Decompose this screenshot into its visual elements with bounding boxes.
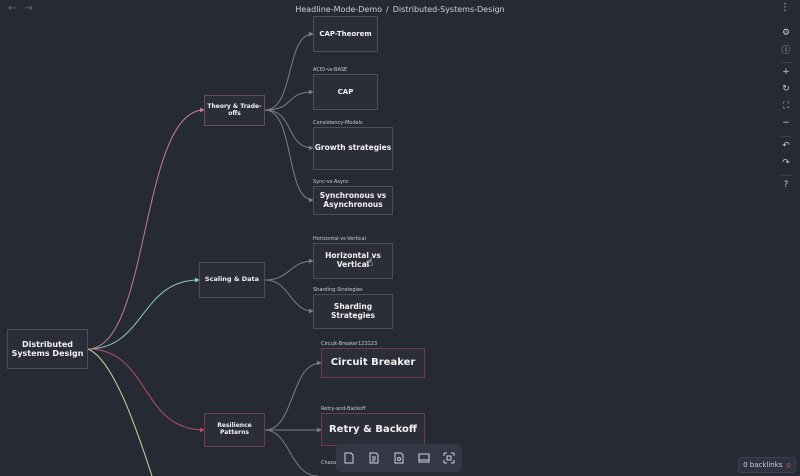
leaf-node-text: Horizontal vs Vertical [325, 251, 381, 269]
new-media-icon[interactable] [392, 451, 406, 465]
divider [781, 136, 791, 137]
help-icon[interactable]: ? [779, 178, 793, 192]
zoom-out-icon[interactable]: − [779, 116, 793, 130]
edge-res-chaos [264, 429, 319, 476]
root-node[interactable]: Distributed Systems Design [7, 329, 88, 369]
leaf-node-cap-theorem[interactable]: CAP-Theorem [313, 16, 378, 52]
leaf-node-growth[interactable]: Growth strategies [313, 127, 393, 170]
hand-cursor-icon: ☝ [366, 255, 374, 269]
leaf-node-circuit-breaker[interactable]: Circuit Breaker [321, 348, 425, 378]
edge-theory-sync [264, 109, 314, 203]
edge-theory-cap [264, 89, 314, 111]
leaf-label: Sharding-Strategies [313, 287, 363, 293]
divider [781, 62, 791, 63]
leaf-label: Consistency-Models [313, 120, 363, 126]
undo-icon[interactable]: ↶ [779, 139, 793, 153]
edge-scaling-sharding [264, 279, 314, 314]
fit-icon[interactable]: ⛶ [779, 99, 793, 113]
settings-icon[interactable]: ⚙ [779, 26, 793, 40]
leaf-label: Circuit-Breaker123123 [321, 341, 378, 347]
backlinks-count: 0 backlinks [743, 461, 783, 469]
edge-res-circuit [264, 360, 322, 431]
leaf-node-text: Retry & Backoff [328, 423, 418, 435]
reset-icon[interactable]: ↻ [779, 82, 793, 96]
leaf-node-sharding[interactable]: Sharding Strategies [313, 294, 393, 329]
leaf-node-horizontal[interactable]: Horizontal vs Vertical [313, 243, 393, 279]
leaf-node-sync[interactable]: Synchronous vs Asynchronous [313, 186, 393, 215]
edge-root-fourth [87, 348, 153, 476]
info-icon[interactable]: ⓘ [779, 42, 793, 56]
root-node-text: Distributed Systems Design [11, 339, 84, 358]
edge-root-scaling [87, 277, 200, 350]
edge-scaling-horizontal [264, 258, 314, 281]
edge-root-theory [87, 107, 205, 350]
unlink-icon: ⦸ [786, 460, 791, 469]
branch-node-scaling[interactable]: Scaling & Data [199, 262, 265, 298]
edge-root-resilience [87, 348, 205, 433]
branch-node-resilience[interactable]: Resilience Patterns [204, 413, 265, 447]
branch-node-text: Theory & Trade-offs [207, 102, 262, 117]
redo-icon[interactable]: ↷ [779, 156, 793, 170]
leaf-node-retry[interactable]: Retry & Backoff [321, 413, 425, 446]
canvas-bottom-toolbar [336, 444, 462, 472]
leaf-node-text: Sharding Strategies [331, 301, 375, 320]
new-file-icon[interactable] [367, 451, 381, 465]
leaf-label: Retry-and-Backoff [321, 406, 366, 412]
new-link-icon[interactable] [442, 451, 456, 465]
new-note-icon[interactable] [342, 451, 356, 465]
leaf-node-text: CAP [337, 87, 354, 96]
leaf-node-text: Circuit Breaker [330, 357, 416, 369]
leaf-node-text: CAP-Theorem [319, 29, 372, 38]
new-group-icon[interactable] [417, 451, 431, 465]
branch-node-theory[interactable]: Theory & Trade-offs [204, 95, 265, 126]
leaf-node-text: Synchronous vs Asynchronous [319, 190, 387, 209]
edge-theory-growth [264, 109, 314, 151]
divider [781, 175, 791, 176]
backlinks-status[interactable]: 0 backlinks ⦸ [738, 457, 796, 473]
edge-theory-cap-theorem [264, 31, 314, 111]
leaf-node-cap[interactable]: CAP [313, 74, 378, 110]
zoom-in-icon[interactable]: + [779, 65, 793, 79]
canvas-edges [87, 31, 322, 476]
leaf-label: ACID-vs-BASE [313, 67, 348, 73]
leaf-label: Sync-vs-Async [313, 179, 349, 185]
leaf-node-text: Growth strategies [314, 143, 392, 153]
branch-node-text: Scaling & Data [204, 275, 260, 284]
leaf-label: Horizontal-vs-Vertical [313, 236, 366, 242]
branch-node-text: Resilience Patterns [217, 422, 252, 436]
